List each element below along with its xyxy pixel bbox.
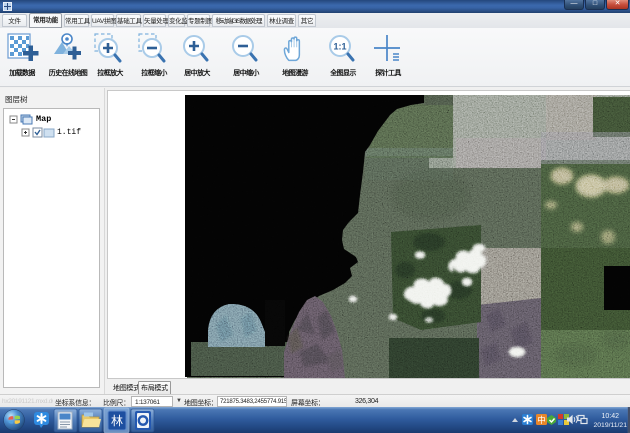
- svg-text:林: 林: [111, 414, 123, 428]
- svg-text:2019/11/21: 2019/11/21: [593, 422, 627, 429]
- svg-text:1:1: 1:1: [333, 42, 346, 52]
- svg-text:10:42: 10:42: [601, 413, 619, 420]
- svg-text:中: 中: [537, 415, 546, 425]
